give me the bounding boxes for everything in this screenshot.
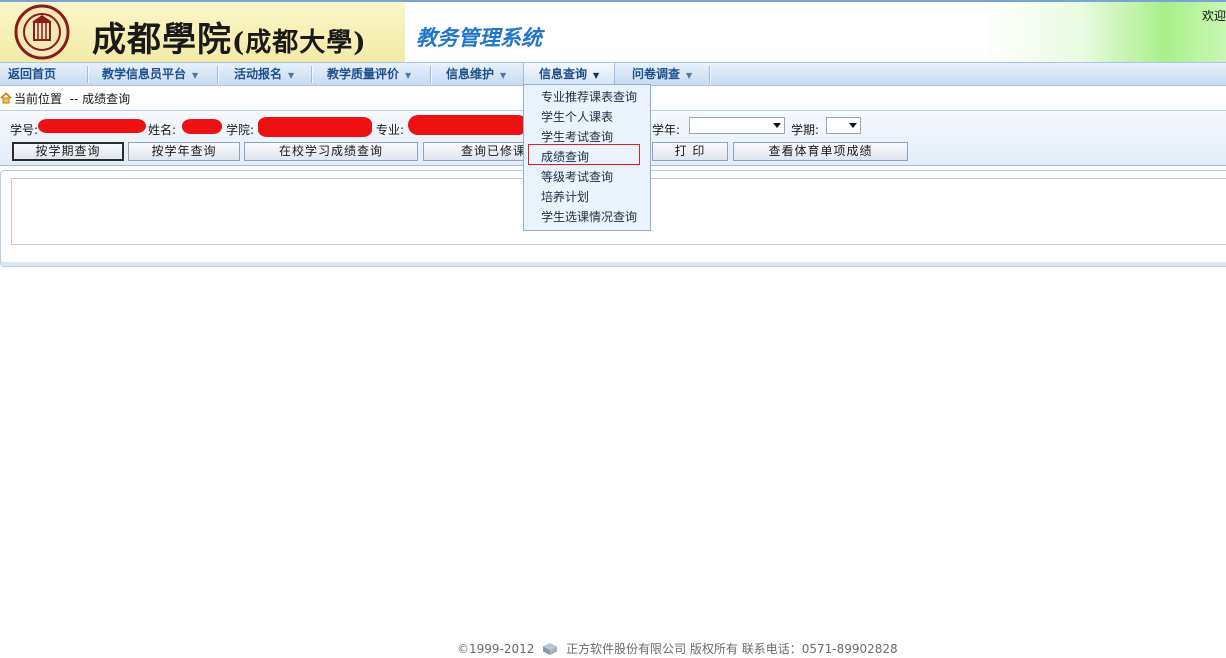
welcome-text: 欢迎 (1201, 9, 1226, 23)
breadcrumb-path: -- 成绩查询 (69, 92, 131, 106)
term-label: 学期: (791, 123, 820, 137)
term-select[interactable] (826, 117, 861, 134)
nav-info-platform[interactable]: 教学信息员平台 ▼ (94, 63, 216, 85)
school-name: 成都學院(成都大學) (92, 12, 367, 61)
chevron-down-icon: ▼ (405, 71, 412, 80)
school-year-select[interactable] (689, 117, 785, 134)
nav-divider (87, 66, 88, 83)
chevron-down-icon: ▼ (192, 71, 199, 80)
nav-survey[interactable]: 问卷调查 ▼ (624, 63, 708, 85)
school-name-sub: (成都大學) (232, 28, 367, 58)
nav-home-label: 返回首页 (8, 67, 57, 81)
highlight-box (528, 144, 640, 165)
nav-info-maintenance-label: 信息维护 (446, 67, 495, 81)
nav-survey-label: 问卷调查 (632, 67, 681, 81)
menu-item-major-schedule[interactable]: 专业推荐课表查询 (541, 88, 637, 106)
footer-copyright: ©1999-2012 (457, 642, 535, 656)
nav-teaching-evaluation[interactable]: 教学质量评价 ▼ (319, 63, 429, 85)
redacted-major (408, 115, 528, 135)
college-label: 学院: (226, 123, 255, 137)
school-name-main: 成都學院 (92, 20, 232, 60)
major-label: 专业: (376, 123, 405, 137)
home-icon (0, 92, 12, 104)
pe-scores-button[interactable]: 查看体育单项成绩 (733, 142, 908, 161)
breadcrumb-label: 当前位置 (14, 92, 63, 106)
nav-teaching-evaluation-label: 教学质量评价 (327, 67, 400, 81)
nav-divider (709, 66, 710, 83)
in-school-scores-button[interactable]: 在校学习成绩查询 (244, 142, 418, 161)
query-by-year-button[interactable]: 按学年查询 (128, 142, 240, 161)
chevron-down-icon: ▼ (500, 71, 507, 80)
redacted-student-id (38, 119, 146, 133)
nav-info-query-label: 信息查询 (539, 67, 588, 81)
university-seal-icon (14, 4, 70, 60)
chevron-down-icon (849, 123, 857, 128)
query-by-term-button[interactable]: 按学期查询 (12, 142, 124, 161)
chevron-down-icon: ▼ (686, 71, 693, 80)
nav-activity-signup-label: 活动报名 (234, 67, 283, 81)
nav-divider (217, 66, 218, 83)
nav-info-query[interactable]: 信息查询 ▼ (523, 63, 615, 85)
redacted-college (258, 117, 372, 137)
nav-activity-signup[interactable]: 活动报名 ▼ (226, 63, 310, 85)
company-logo-icon (543, 643, 558, 655)
nav-info-maintenance[interactable]: 信息维护 ▼ (438, 63, 522, 85)
name-label: 姓名: (148, 123, 177, 137)
redacted-name (182, 119, 222, 134)
school-year-label: 学年: (652, 123, 681, 137)
chevron-down-icon: ▼ (288, 71, 295, 80)
menu-item-training-plan[interactable]: 培养计划 (541, 188, 589, 206)
print-button[interactable]: 打 印 (652, 142, 728, 161)
student-id-label: 学号: (10, 123, 39, 137)
menu-item-course-selection[interactable]: 学生选课情况查询 (541, 208, 637, 226)
nav-info-platform-label: 教学信息员平台 (102, 67, 187, 81)
chevron-down-icon (773, 123, 781, 128)
footer: ©1999-2012 正方软件股份有限公司 版权所有 联系电话：0571-899… (457, 640, 898, 657)
menu-item-level-exam-query[interactable]: 等级考试查询 (541, 168, 613, 186)
chevron-down-icon: ▼ (593, 71, 600, 80)
nav-divider (430, 66, 431, 83)
breadcrumb: 当前位置 -- 成绩查询 (0, 90, 130, 108)
nav-home[interactable]: 返回首页 (0, 63, 86, 85)
info-query-dropdown: 专业推荐课表查询 学生个人课表 学生考试查询 成绩查询 等级考试查询 培养计划 … (523, 84, 651, 231)
menu-item-personal-schedule[interactable]: 学生个人课表 (541, 108, 613, 126)
header-banner: 成都學院(成都大學) 教务管理系统 欢迎 (0, 0, 1226, 62)
nav-divider (311, 66, 312, 83)
main-nav: 返回首页 教学信息员平台 ▼ 活动报名 ▼ 教学质量评价 ▼ 信息维护 ▼ 信息查询 ▼ … (0, 62, 1226, 86)
logo-area: 成都學院(成都大學) (0, 2, 405, 62)
system-title: 教务管理系统 (416, 26, 542, 50)
footer-company: 正方软件股份有限公司 版权所有 联系电话：0571-89902828 (566, 642, 898, 656)
